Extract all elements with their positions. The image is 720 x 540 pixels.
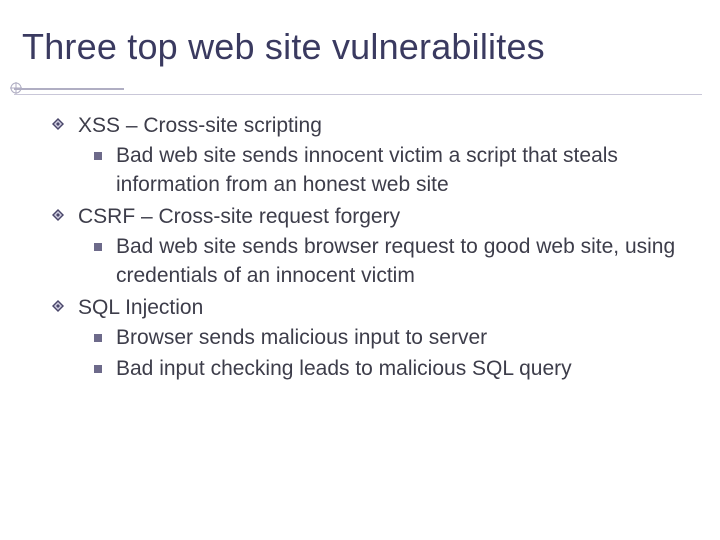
- diamond-bullet-icon: [52, 209, 64, 221]
- list-subitem-label: Bad web site sends browser request to go…: [116, 233, 680, 290]
- list-item-label: XSS – Cross-site scripting: [78, 112, 680, 140]
- list-item: CSRF – Cross-site request forgery Bad we…: [78, 203, 680, 290]
- list-subitem: Bad web site sends innocent victim a scr…: [116, 142, 680, 199]
- list-item: XSS – Cross-site scripting Bad web site …: [78, 112, 680, 199]
- list-subitem: Browser sends malicious input to server: [116, 324, 680, 352]
- list-subitem: Bad input checking leads to malicious SQ…: [116, 355, 680, 383]
- square-bullet-icon: [94, 334, 102, 342]
- slide-body: XSS – Cross-site scripting Bad web site …: [78, 108, 680, 387]
- list-subitem: Bad web site sends browser request to go…: [116, 233, 680, 290]
- list-subitem-label: Browser sends malicious input to server: [116, 324, 680, 352]
- list-subitem-label: Bad input checking leads to malicious SQ…: [116, 355, 680, 383]
- square-bullet-icon: [94, 365, 102, 373]
- diamond-bullet-icon: [52, 300, 64, 312]
- diamond-bullet-icon: [52, 118, 64, 130]
- slide: Three top web site vulnerabilites XSS – …: [0, 0, 720, 540]
- list-subitem-label: Bad web site sends innocent victim a scr…: [116, 142, 680, 199]
- title-underline: [0, 82, 720, 98]
- list-item-label: SQL Injection: [78, 294, 680, 322]
- underline-thin: [14, 94, 702, 95]
- list-item: SQL Injection Browser sends malicious in…: [78, 294, 680, 383]
- square-bullet-icon: [94, 152, 102, 160]
- slide-title: Three top web site vulnerabilites: [22, 26, 700, 68]
- list-item-label: CSRF – Cross-site request forgery: [78, 203, 680, 231]
- square-bullet-icon: [94, 243, 102, 251]
- underline-thick: [14, 88, 124, 90]
